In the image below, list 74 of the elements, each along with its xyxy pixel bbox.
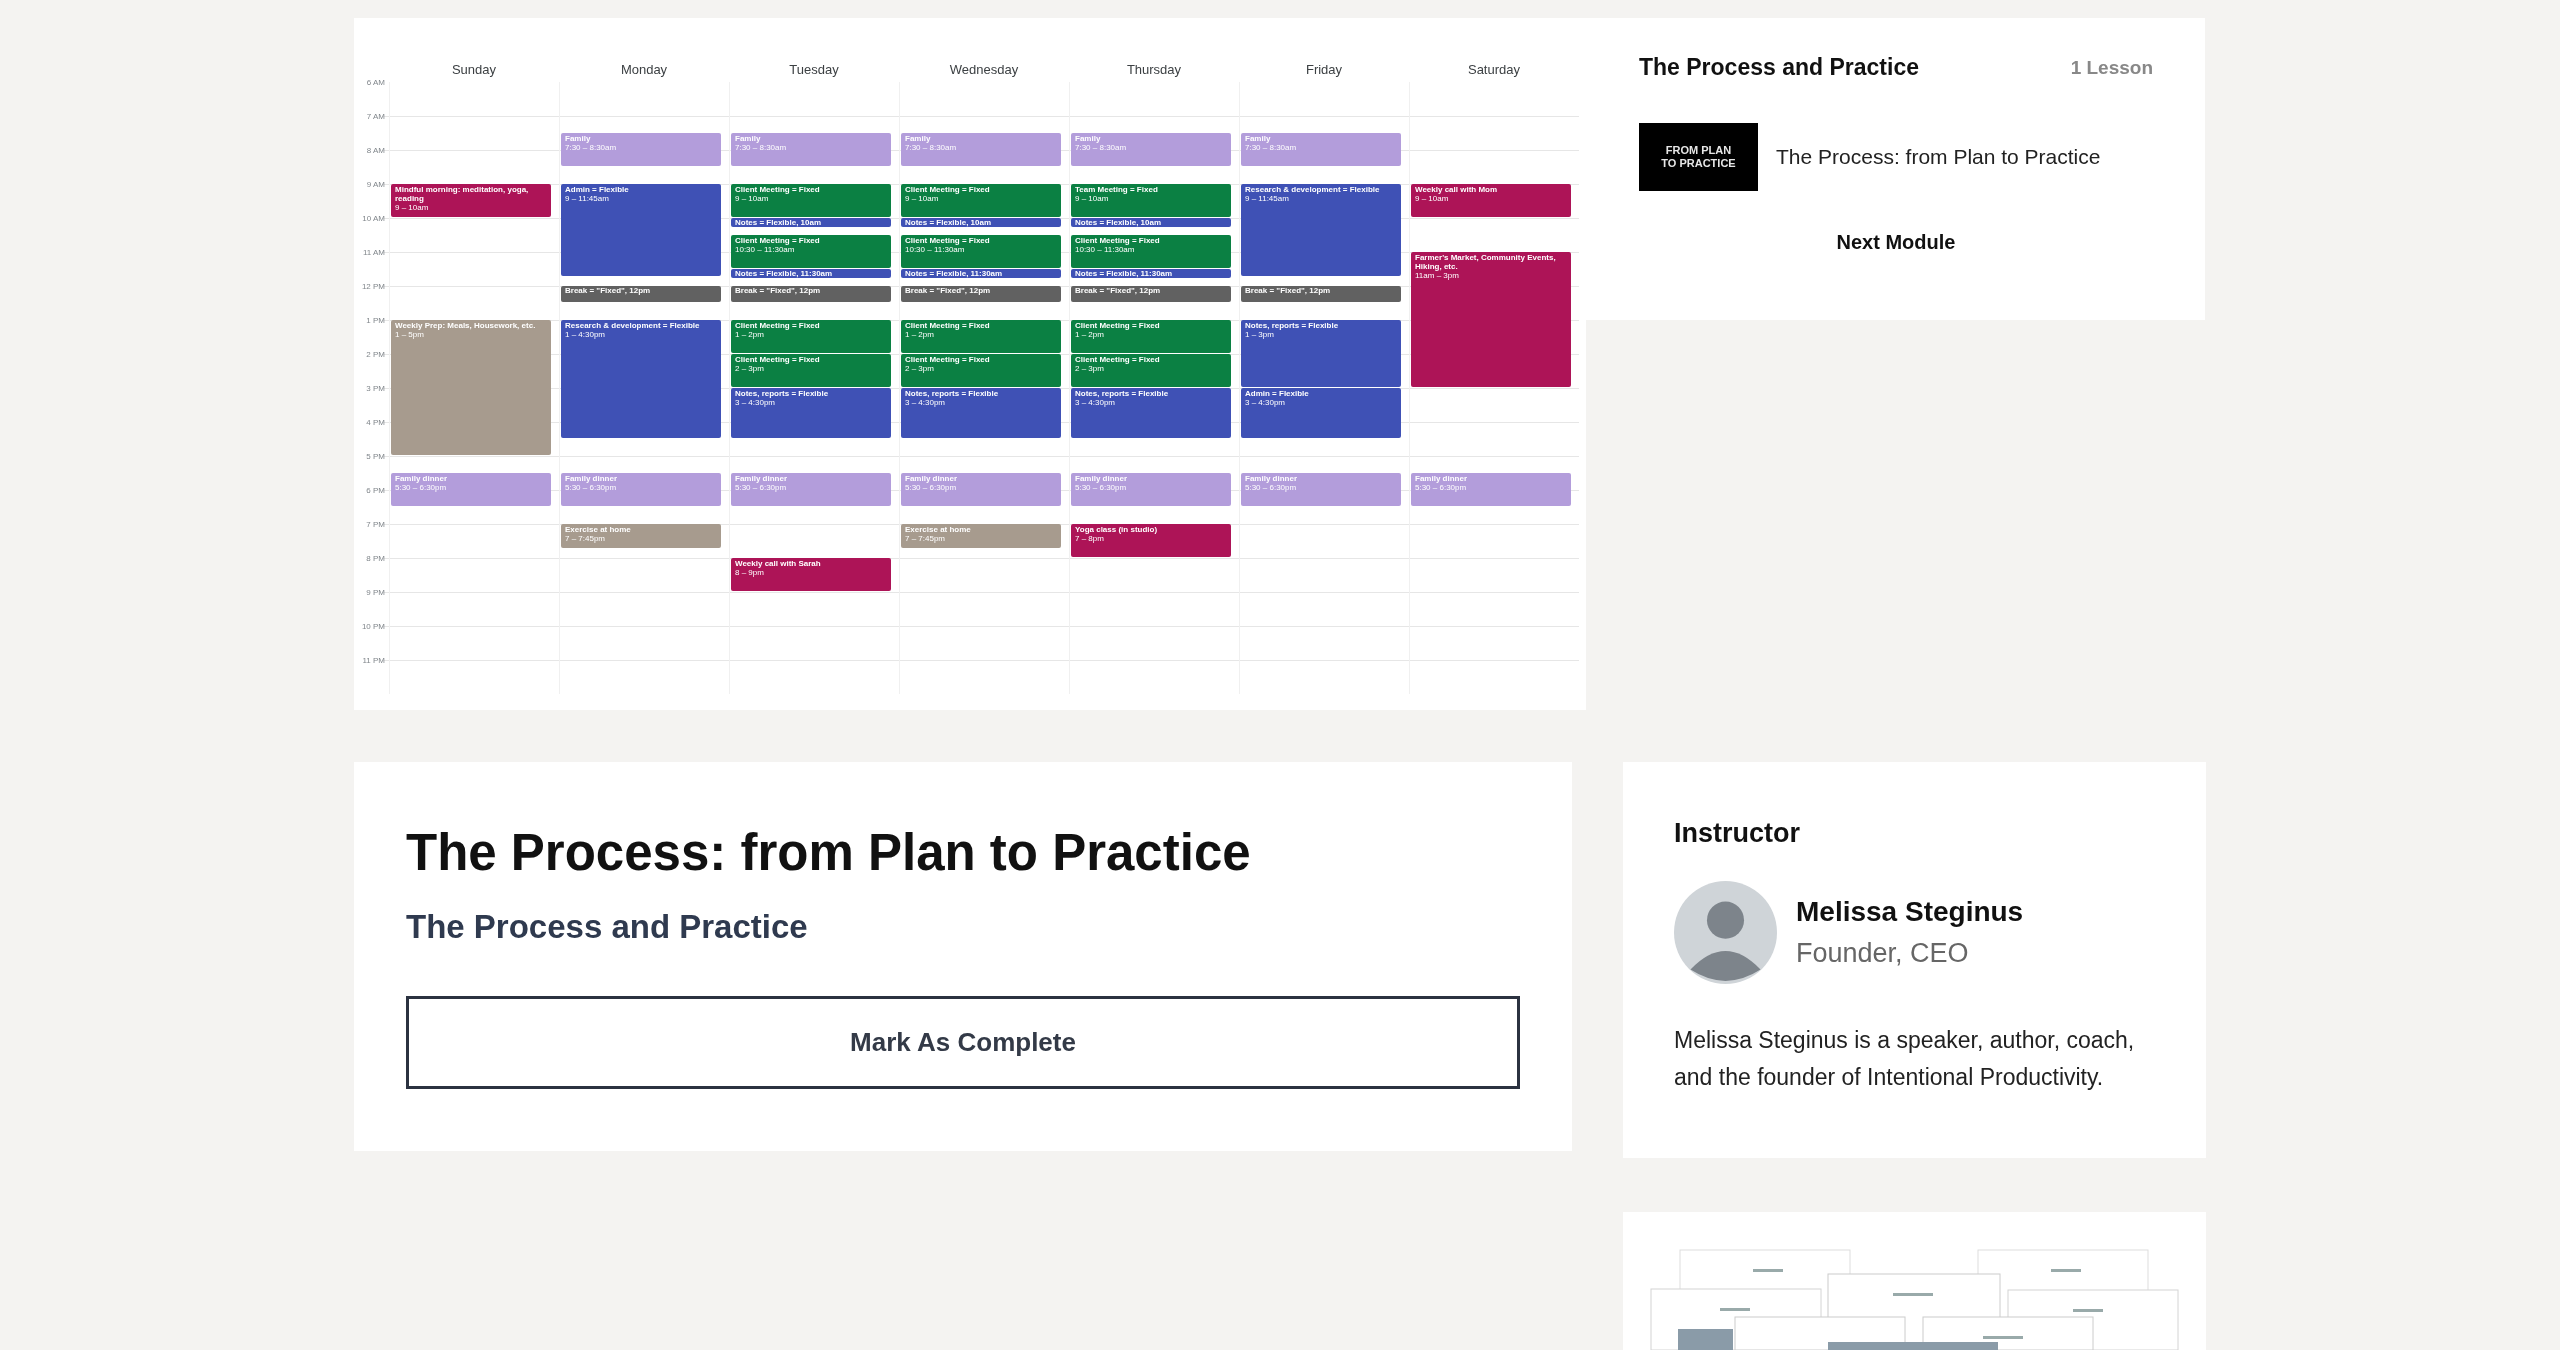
lesson-thumbnail[interactable]: FROM PLAN TO PRACTICE <box>1639 123 1758 191</box>
calendar-event[interactable]: Yoga class (in studio) 7 – 8pm <box>1071 524 1231 557</box>
instructor-bio: Melissa Steginus is a speaker, author, coach, and the founder of Intentional Productivity. <box>1674 1026 2136 1092</box>
day-header: Thursday <box>1126 61 1182 77</box>
calendar-event[interactable]: Notes, reports = Flexible 3 – 4:30pm <box>731 388 891 438</box>
mark-complete-button[interactable]: Mark As Complete <box>406 996 1520 1089</box>
hour-label: 3 PM <box>366 383 385 393</box>
calendar-event[interactable]: Research & development = Flexible 1 – 4:30pm <box>561 320 721 438</box>
calendar-event[interactable]: Client Meeting = Fixed 2 – 3pm <box>1071 354 1231 387</box>
hour-label: 11 PM <box>362 655 385 665</box>
hour-label: 9 PM <box>366 587 385 597</box>
calendar-event[interactable]: Research & development = Flexible 9 – 11:45am <box>1241 184 1401 276</box>
calendar-event[interactable]: Break = "Fixed", 12pm <box>1241 286 1401 302</box>
calendar-event[interactable]: Weekly call with Sarah 8 – 9pm <box>731 558 891 591</box>
calendar-event[interactable]: Client Meeting = Fixed 10:30 – 11:30am <box>731 235 891 268</box>
calendar-event[interactable]: Client Meeting = Fixed 2 – 3pm <box>901 354 1061 387</box>
hour-label: 2 PM <box>366 349 385 359</box>
calendar-event[interactable]: Client Meeting = Fixed 1 – 2pm <box>1071 320 1231 353</box>
instructor-heading: Instructor <box>1674 818 1801 849</box>
calendar-event[interactable]: Notes = Flexible, 11:30am <box>901 269 1061 278</box>
module-title: The Process and Practice <box>1639 54 1919 81</box>
calendar-event[interactable]: Client Meeting = Fixed 10:30 – 11:30am <box>1071 235 1231 268</box>
next-module-link[interactable]: Next Module <box>1836 231 1956 254</box>
calendar-event[interactable]: Mindful morning: meditation, yoga, reading 9 – 10am <box>391 184 551 217</box>
module-name: The Process and Practice <box>406 907 809 947</box>
day-header: Saturday <box>1467 61 1520 77</box>
lesson-count: 1 Lesson <box>2070 56 2153 79</box>
calendar-event[interactable]: Notes, reports = Flexible 3 – 4:30pm <box>901 388 1061 438</box>
hour-label: 6 AM <box>366 77 385 87</box>
hour-label: 11 AM <box>362 247 385 257</box>
calendar-event[interactable]: Client Meeting = Fixed 9 – 10am <box>901 184 1061 217</box>
day-header: Wednesday <box>949 61 1019 77</box>
calendar-event[interactable]: Break = "Fixed", 12pm <box>731 286 891 302</box>
calendar-event[interactable]: Notes = Flexible, 10am <box>731 218 891 227</box>
hour-label: 8 AM <box>366 145 385 155</box>
calendar-event[interactable]: Notes = Flexible, 10am <box>1071 218 1231 227</box>
calendar-event[interactable]: Team Meeting = Fixed 9 – 10am <box>1071 184 1231 217</box>
hour-label: 5 PM <box>366 451 385 461</box>
calendar-event[interactable]: Weekly call with Mom 9 – 10am <box>1411 184 1571 217</box>
hour-label: 7 AM <box>366 111 385 121</box>
day-header: Sunday <box>451 61 497 77</box>
calendar-event[interactable]: Notes = Flexible, 11:30am <box>1071 269 1231 278</box>
hour-label: 1 PM <box>366 315 385 325</box>
instructor-role: Founder, CEO <box>1796 938 1970 969</box>
hour-label: 10 AM <box>362 213 385 223</box>
calendar-event[interactable]: Notes = Flexible, 10am <box>901 218 1061 227</box>
calendar-event[interactable]: Break = "Fixed", 12pm <box>561 286 721 302</box>
day-header: Monday <box>620 61 668 77</box>
day-header: Tuesday <box>789 61 839 77</box>
hour-label: 8 PM <box>366 553 385 563</box>
lesson-title: The Process: from Plan to Practice <box>406 823 1252 883</box>
calendar-event[interactable]: Client Meeting = Fixed 2 – 3pm <box>731 354 891 387</box>
day-header: Friday <box>1305 61 1343 77</box>
calendar-event[interactable]: Client Meeting = Fixed 10:30 – 11:30am <box>901 235 1061 268</box>
calendar-event[interactable]: Notes = Flexible, 11:30am <box>731 269 891 278</box>
calendar-event[interactable]: Break = "Fixed", 12pm <box>901 286 1061 302</box>
hour-label: 10 PM <box>361 621 385 631</box>
calendar-event[interactable]: Client Meeting = Fixed 1 – 2pm <box>731 320 891 353</box>
thumbnail-text: FROM PLAN TO PRACTICE <box>1660 144 1737 170</box>
hour-label: 4 PM <box>366 417 385 427</box>
calendar-event[interactable]: Client Meeting = Fixed 1 – 2pm <box>901 320 1061 353</box>
calendar-event[interactable]: Admin = Flexible 3 – 4:30pm <box>1241 388 1401 438</box>
hour-label: 6 PM <box>366 485 385 495</box>
calendar-event[interactable]: Client Meeting = Fixed 9 – 10am <box>731 184 891 217</box>
hour-label: 12 PM <box>361 281 385 291</box>
hour-label: 9 AM <box>366 179 385 189</box>
hour-label: 7 PM <box>366 519 385 529</box>
calendar-event[interactable]: Notes, reports = Flexible 1 – 3pm <box>1241 320 1401 387</box>
calendar-event[interactable]: Break = "Fixed", 12pm <box>1071 286 1231 302</box>
calendar-event[interactable]: Farmer's Market, Community Events, Hiking, etc. 11am – 3pm <box>1411 252 1571 387</box>
instructor-name: Melissa Steginus <box>1796 896 2024 928</box>
calendar-event[interactable]: Admin = Flexible 9 – 11:45am <box>561 184 721 276</box>
calendar-event[interactable]: Notes, reports = Flexible 3 – 4:30pm <box>1071 388 1231 438</box>
lesson-link[interactable]: The Process: from Plan to Practice <box>1776 145 2101 169</box>
